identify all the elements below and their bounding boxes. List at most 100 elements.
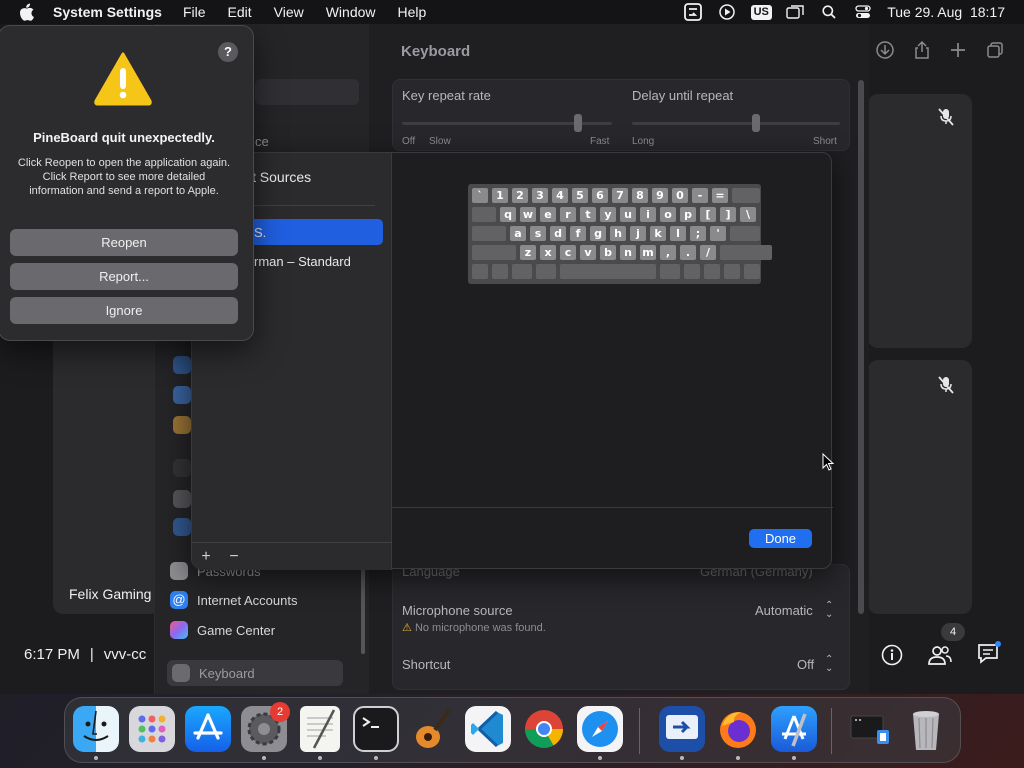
divider: [392, 507, 833, 508]
chevron-updown-icon[interactable]: ⌃ ⌄: [825, 655, 833, 674]
key: o: [660, 207, 676, 222]
add-input-source-button[interactable]: +: [192, 548, 220, 566]
share-icon[interactable]: [912, 40, 932, 60]
participants-icon[interactable]: [927, 644, 953, 666]
menu-edit[interactable]: Edit: [228, 4, 252, 20]
menu-file[interactable]: File: [183, 4, 206, 20]
key-blank: [744, 264, 760, 279]
key: a: [510, 226, 526, 241]
dock: [64, 697, 961, 763]
key: /: [700, 245, 716, 260]
sidebar-fragment: ce: [255, 134, 269, 149]
done-button[interactable]: Done: [749, 529, 812, 548]
key-repeat-min-label: Off: [402, 136, 416, 147]
sidebar-item-internet-accounts[interactable]: @ Internet Accounts: [170, 587, 297, 613]
menu-app-name[interactable]: System Settings: [53, 4, 162, 20]
key: u: [620, 207, 636, 222]
play-icon[interactable]: [717, 3, 737, 21]
key: 3: [532, 188, 548, 203]
apple-logo-icon[interactable]: [19, 3, 35, 21]
help-button[interactable]: ?: [218, 42, 238, 62]
finder-icon[interactable]: [73, 706, 119, 752]
key-repeat-slow-label: Slow: [429, 136, 451, 147]
call-id: vvv-cc: [103, 646, 147, 663]
key: `: [472, 188, 488, 203]
key-blank: [512, 264, 532, 279]
trash-icon[interactable]: [903, 706, 949, 752]
safari-icon[interactable]: [577, 706, 623, 752]
key: b: [600, 245, 616, 260]
key-repeat-slider-knob[interactable]: [574, 114, 582, 132]
textedit-icon[interactable]: [300, 706, 340, 752]
shortcut-label: Shortcut: [402, 657, 451, 672]
delay-repeat-slider-knob[interactable]: [752, 114, 760, 132]
call-info: 6:17 PM | vvv-cc: [24, 646, 146, 663]
menu-bar-clock[interactable]: Tue 29. Aug 18:17: [887, 4, 1005, 20]
sidebar-item-label: Game Center: [197, 622, 276, 638]
window-icon[interactable]: [785, 3, 805, 21]
key: ]: [720, 207, 736, 222]
chat-icon[interactable]: [976, 640, 1002, 666]
sidebar-item-label: Keyboard: [199, 665, 255, 681]
key: 0: [672, 188, 688, 203]
facetime-window-right: [868, 24, 1024, 694]
chevron-updown-icon[interactable]: ⌃ ⌄: [825, 601, 833, 620]
firefox-icon[interactable]: [715, 706, 761, 752]
shortcut-value[interactable]: Off: [797, 657, 814, 672]
info-icon[interactable]: [881, 644, 903, 666]
key-icon: [170, 562, 188, 580]
key-repeat-max-label: Fast: [590, 136, 610, 147]
search-icon[interactable]: [819, 3, 839, 21]
delay-repeat-slider[interactable]: [632, 122, 840, 125]
key: 7: [612, 188, 628, 203]
download-icon[interactable]: [875, 40, 895, 60]
app-store-icon[interactable]: [185, 706, 231, 752]
lock-icon: [173, 459, 191, 477]
screen-sharing-icon[interactable]: [659, 706, 705, 752]
menu-window[interactable]: Window: [326, 4, 376, 20]
mouse-cursor-icon: [822, 453, 834, 471]
report-button[interactable]: Report...: [10, 263, 238, 290]
xcode-icon[interactable]: [771, 706, 817, 752]
tabs-overview-icon[interactable]: [985, 40, 1005, 60]
key-space: [560, 264, 656, 279]
garageband-icon[interactable]: [409, 706, 455, 752]
control-center-icon[interactable]: [853, 3, 873, 21]
running-indicator: [374, 756, 378, 760]
add-icon[interactable]: [948, 40, 968, 60]
video-tile-muted-2[interactable]: [868, 360, 972, 614]
sidebar-icon: [173, 416, 191, 434]
menu-view[interactable]: View: [274, 4, 304, 20]
terminal-icon[interactable]: [353, 706, 399, 752]
menu-help[interactable]: Help: [398, 4, 427, 20]
vscode-icon[interactable]: [465, 706, 511, 752]
key: l: [670, 226, 686, 241]
sidebar-item-keyboard[interactable]: Keyboard: [167, 660, 343, 686]
running-indicator: [318, 756, 322, 760]
key: j: [630, 226, 646, 241]
call-time: 6:17 PM: [24, 646, 80, 663]
screen-sharing-status-icon[interactable]: [683, 3, 703, 21]
crash-dialog: ? PineBoard quit unexpectedly. Click Reo…: [0, 25, 254, 341]
sidebar-item-game-center[interactable]: Game Center: [170, 617, 275, 643]
sidebar-search-field[interactable]: [255, 79, 359, 105]
keyboard-row-2: q w e r t y u i o p [] \: [472, 207, 760, 222]
keyboard-preview: ` 1 2 3 4 5 6 7 8 9 0- = q w e r t y u i o p[] \ a s d f g h j k l; ' …: [468, 184, 772, 284]
input-source-menu[interactable]: US: [750, 3, 772, 21]
ignore-button[interactable]: Ignore: [10, 297, 238, 324]
reopen-button[interactable]: Reopen: [10, 229, 238, 256]
list-footer: + −: [192, 542, 392, 570]
launchpad-icon[interactable]: [129, 706, 175, 752]
microphone-label: Microphone source: [402, 603, 513, 618]
sidebar-item-label: Internet Accounts: [197, 592, 298, 608]
video-tile-felix[interactable]: [53, 360, 160, 614]
microphone-value[interactable]: Automatic: [755, 603, 813, 618]
key-blank: [704, 264, 720, 279]
dock-separator: [831, 708, 832, 754]
remove-input-source-button[interactable]: −: [220, 548, 248, 566]
video-tile-muted-1[interactable]: [868, 94, 972, 348]
content-scrollbar[interactable]: [858, 80, 864, 614]
downloads-stack-icon[interactable]: [847, 706, 893, 752]
key-blank: [492, 264, 508, 279]
chrome-icon[interactable]: [521, 706, 567, 752]
